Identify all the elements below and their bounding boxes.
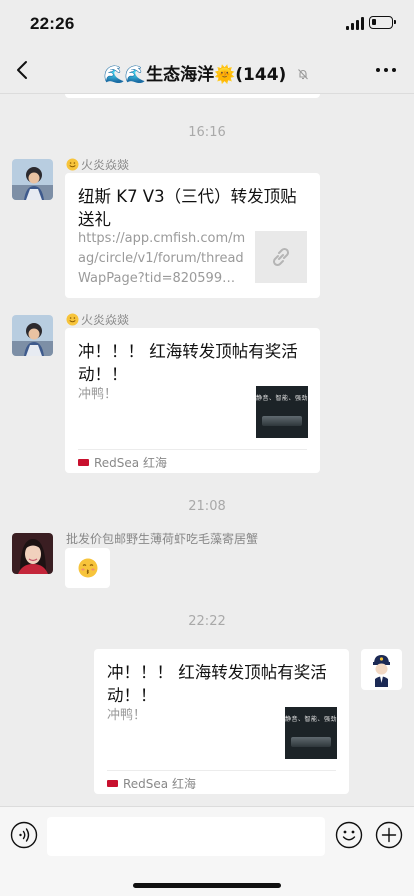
product-image bbox=[291, 737, 331, 747]
avatar[interactable] bbox=[12, 315, 53, 356]
status-time: 22:26 bbox=[30, 14, 75, 33]
status-bar: 22:26 bbox=[0, 0, 414, 46]
card-divider bbox=[78, 449, 307, 450]
link-card-title: 冲！！！ 红海转发顶帖有奖活动！！ bbox=[78, 342, 298, 384]
link-thumbnail: 静音、智能、强劲 bbox=[256, 386, 308, 438]
link-thumbnail: 静音、智能、强劲 bbox=[285, 707, 337, 759]
redsea-logo-icon bbox=[107, 780, 118, 787]
kissing-face-emoji-icon bbox=[78, 558, 97, 578]
sticker-message[interactable] bbox=[65, 548, 110, 588]
link-card-description: https://app.cmfish.com/mag/circle/v1/for… bbox=[78, 231, 246, 286]
sender-name: 火炎焱燚 bbox=[66, 311, 129, 328]
previous-message-card[interactable] bbox=[65, 94, 320, 98]
product-image bbox=[262, 416, 302, 426]
thumbnail-text: 静音、智能、强劲 bbox=[285, 716, 337, 723]
smile-emoji-icon bbox=[66, 158, 79, 171]
more-options-button[interactable] bbox=[374, 58, 398, 82]
cellular-signal-icon bbox=[346, 17, 364, 30]
link-icon bbox=[272, 247, 290, 267]
link-card-message[interactable]: 纽斯 K7 V3（三代）转发顶贴送礼 https://app.cmfish.co… bbox=[65, 173, 320, 298]
card-divider bbox=[107, 770, 336, 771]
home-indicator[interactable] bbox=[133, 883, 281, 888]
emoji-icon[interactable] bbox=[335, 821, 363, 849]
link-card-message[interactable]: 冲！！！ 红海转发顶帖有奖活动！！ 冲鸭！ 静音、智能、强劲 RedSea 红海 bbox=[94, 649, 349, 794]
plus-icon[interactable] bbox=[375, 821, 403, 849]
link-card-description: 冲鸭！ bbox=[107, 708, 147, 723]
sender-name: 火炎焱燚 bbox=[66, 156, 129, 173]
self-avatar[interactable] bbox=[361, 649, 402, 690]
message-input[interactable] bbox=[47, 817, 325, 856]
smile-emoji-icon bbox=[66, 313, 79, 326]
redsea-logo-icon bbox=[78, 459, 89, 466]
link-card-description: 冲鸭！ bbox=[78, 387, 118, 402]
link-card-message[interactable]: 冲！！！ 红海转发顶帖有奖活动！！ 冲鸭！ 静音、智能、强劲 RedSea 红海 bbox=[65, 328, 320, 473]
link-card-title: 纽斯 K7 V3（三代）转发顶贴送礼 bbox=[78, 187, 297, 229]
sender-name: 批发价包邮野生薄荷虾吃毛藻寄居蟹 bbox=[66, 532, 259, 546]
avatar[interactable] bbox=[12, 533, 53, 574]
card-source: RedSea 红海 bbox=[78, 454, 167, 471]
timestamp: 21:08 bbox=[188, 499, 226, 514]
link-card-title: 冲！！！ 红海转发顶帖有奖活动！！ bbox=[107, 663, 327, 705]
timestamp: 22:22 bbox=[188, 614, 226, 629]
timestamp: 16:16 bbox=[188, 125, 226, 140]
link-thumbnail bbox=[255, 231, 307, 283]
mute-bell-icon bbox=[298, 69, 309, 80]
chat-title-wrap[interactable]: 🌊🌊生态海洋🌞(144) bbox=[0, 60, 414, 85]
avatar[interactable] bbox=[12, 159, 53, 200]
battery-icon bbox=[369, 16, 396, 29]
battery-level bbox=[372, 19, 376, 25]
voice-icon[interactable] bbox=[10, 821, 38, 849]
nav-bar: 🌊🌊生态海洋🌞(144) bbox=[0, 46, 414, 94]
chat-area[interactable]: 16:16 火炎焱燚 纽斯 K7 V3（三代）转发顶贴送礼 https://ap… bbox=[0, 94, 414, 806]
chat-title: 🌊🌊生态海洋🌞(144) bbox=[103, 65, 287, 85]
thumbnail-text: 静音、智能、强劲 bbox=[256, 395, 308, 402]
card-source: RedSea 红海 bbox=[107, 775, 196, 792]
